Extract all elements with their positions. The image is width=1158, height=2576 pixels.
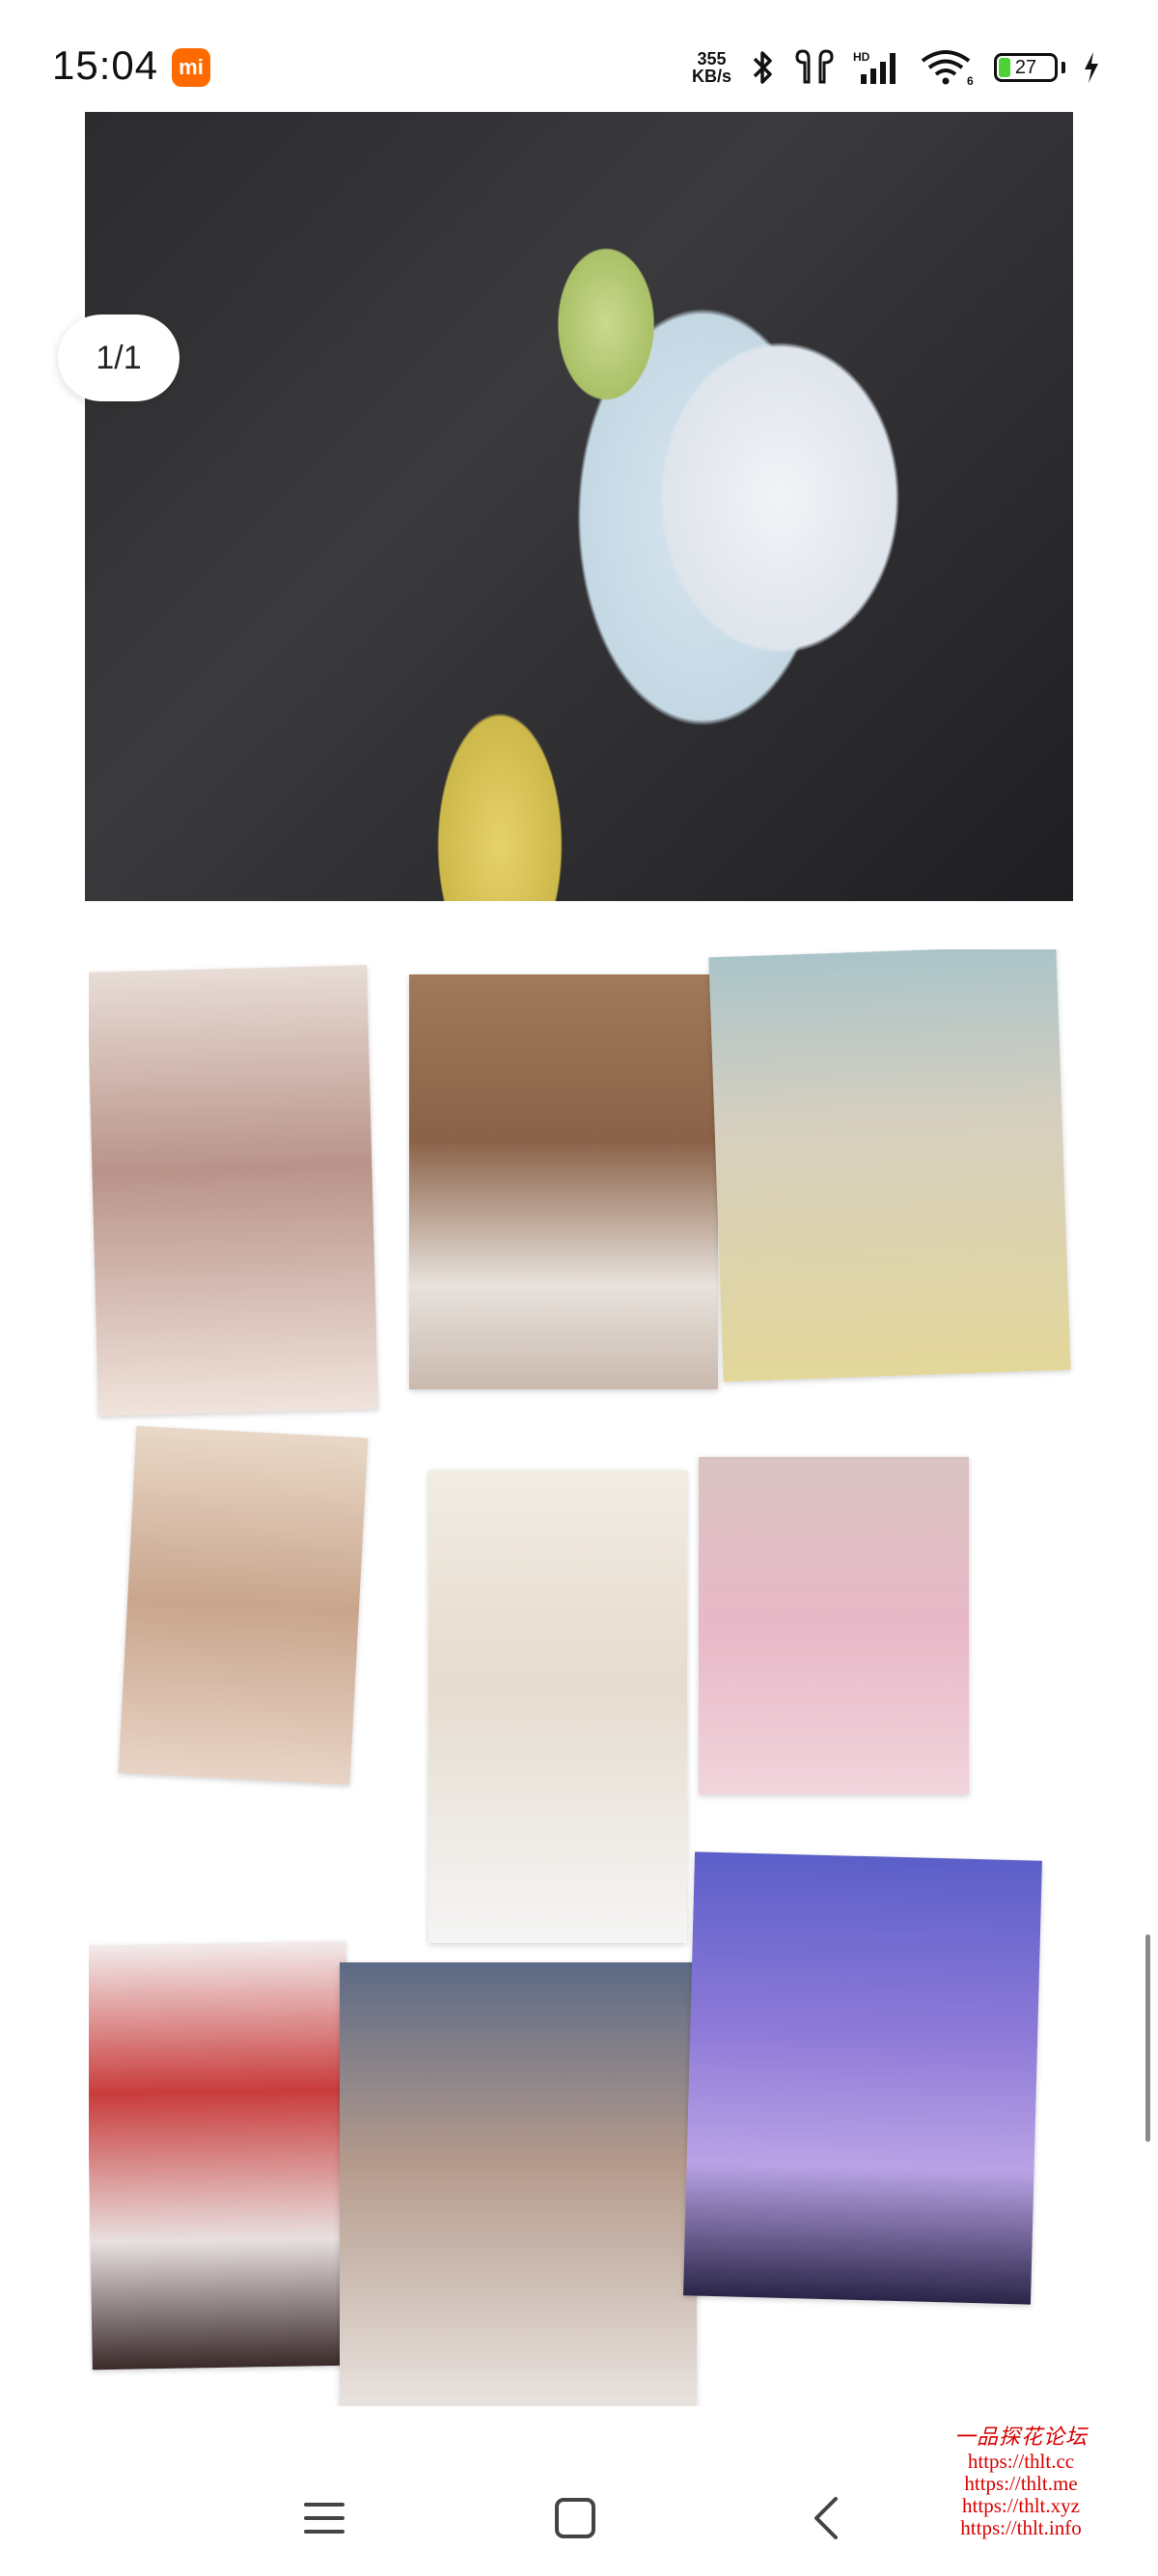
earbuds-icon (793, 49, 836, 86)
wifi-icon: 6 (921, 49, 977, 86)
network-speed-unit: KB/s (691, 67, 731, 86)
collage-tile (89, 965, 378, 1416)
menu-button[interactable] (286, 2480, 363, 2557)
battery-level: 27 (1014, 57, 1037, 78)
mi-app-badge: mi (172, 48, 210, 87)
network-speed: 355 KB/s (692, 50, 731, 85)
scrollbar[interactable] (1145, 1934, 1150, 2142)
collage-tile (409, 974, 718, 1389)
wifi-label: 6 (967, 74, 974, 86)
battery-cap (1062, 62, 1065, 73)
watermark: 一品探花论坛 https://thlt.cc https://thlt.me h… (934, 2424, 1108, 2539)
collage-tile (428, 1470, 687, 1943)
back-icon (814, 2497, 838, 2539)
signal-label: HD (853, 50, 870, 64)
cellular-signal-icon: HD (853, 49, 903, 86)
charging-bolt-icon (1083, 51, 1100, 84)
status-time: 15:04 (52, 42, 159, 88)
collage-tile (118, 1425, 369, 1786)
status-bar: 15:04 mi 355 KB/s HD 6 27 (0, 0, 1158, 106)
back-button[interactable] (787, 2480, 865, 2557)
watermark-link: https://thlt.me (964, 2472, 1078, 2495)
watermark-link: https://thlt.xyz (962, 2494, 1080, 2517)
watermark-link: https://thlt.cc (967, 2450, 1075, 2473)
collage-tile (340, 1962, 697, 2406)
watermark-link: https://thlt.info (960, 2516, 1082, 2539)
page-counter: 1/1 (58, 315, 179, 401)
collage-tile (683, 1851, 1042, 2305)
main-photo[interactable] (85, 112, 1073, 901)
bluetooth-icon (749, 49, 776, 86)
collage-tile (708, 949, 1071, 1383)
menu-icon (304, 2503, 345, 2534)
watermark-title: 一品探花论坛 (953, 2425, 1088, 2449)
collage-tile (89, 1940, 353, 2370)
status-icons: 355 KB/s HD 6 27 (692, 46, 1100, 89)
collage-photo[interactable] (89, 949, 1083, 2406)
network-speed-value: 355 (697, 49, 727, 69)
collage-tile (699, 1457, 969, 1795)
home-icon (555, 2498, 595, 2538)
home-button[interactable] (537, 2480, 614, 2557)
battery-indicator: 27 (994, 53, 1058, 82)
